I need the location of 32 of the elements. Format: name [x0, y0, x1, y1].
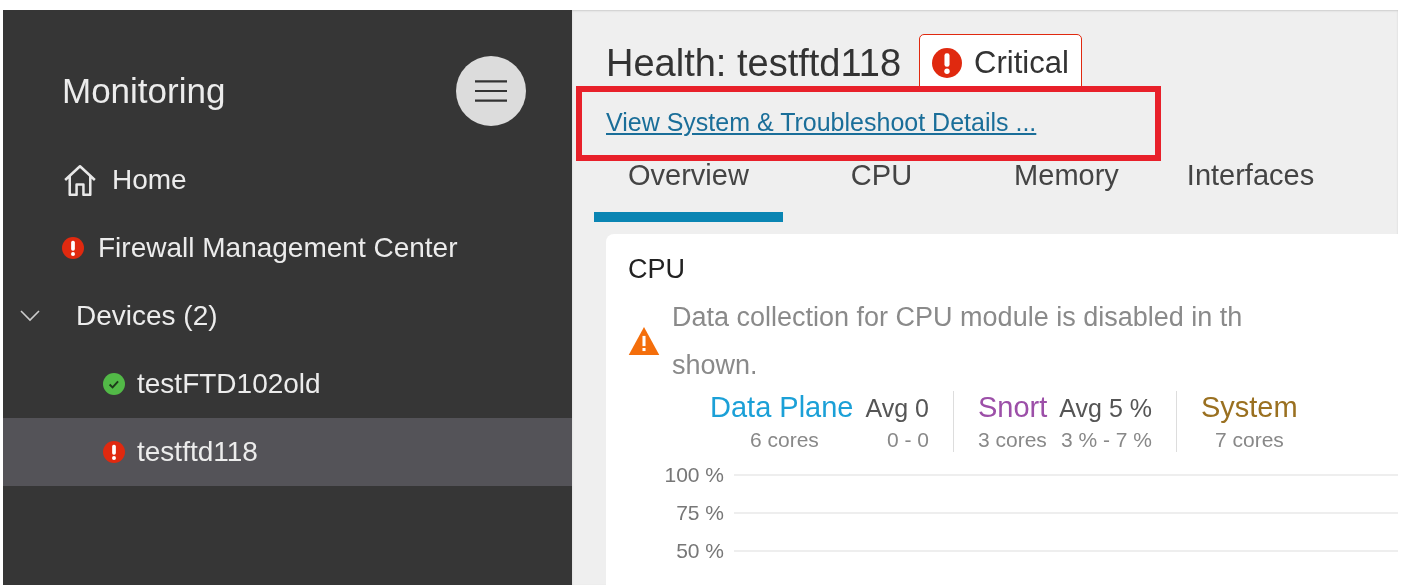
legend-name: Snort	[978, 391, 1048, 424]
warning-text: shown.	[672, 349, 759, 382]
card-title: CPU	[628, 254, 686, 285]
sidebar-item[interactable]: Firewall Management Center	[3, 214, 572, 282]
sidebar-title: Monitoring	[62, 71, 226, 111]
menu-icon[interactable]	[475, 80, 507, 102]
legend-cores: 6 cores	[750, 428, 819, 452]
axis-label: 100 %	[663, 463, 724, 487]
legend-cores: 7 cores	[1214, 428, 1284, 452]
legend-cores: 3 cores	[978, 428, 1047, 452]
sidebar-item[interactable]: testFTD102old	[3, 350, 572, 418]
tab[interactable]: Interfaces	[1152, 157, 1349, 222]
tab[interactable]: CPU	[782, 157, 981, 222]
sidebar-item[interactable]: Devices (2)	[3, 282, 572, 350]
sidebar-item[interactable]: Home	[3, 146, 572, 214]
legend-range: 0 - 0	[886, 428, 929, 452]
tab[interactable]: Memory	[980, 157, 1153, 222]
legend-name: Data Plane	[710, 391, 854, 424]
details-link[interactable]: View System & Troubleshoot Details ...	[606, 108, 1037, 136]
axis-label: 75 %	[675, 501, 724, 525]
warning-text: Data collection for CPU module is disabled in th	[672, 301, 1243, 334]
axis-label: 50 %	[675, 539, 724, 563]
legend-average: Avg 0	[865, 394, 929, 423]
warning-icon	[628, 327, 660, 355]
legend-name: System	[1200, 391, 1298, 424]
tab[interactable]: Overview	[594, 157, 783, 222]
legend-range: 3 % - 7 %	[1060, 428, 1152, 452]
chevron-icon[interactable]	[20, 310, 40, 322]
page-title: Health: testftd118	[606, 41, 902, 85]
sidebar-item[interactable]: testftd118	[3, 418, 572, 486]
home-icon	[62, 164, 98, 196]
legend-average: Avg 5 %	[1059, 394, 1152, 423]
